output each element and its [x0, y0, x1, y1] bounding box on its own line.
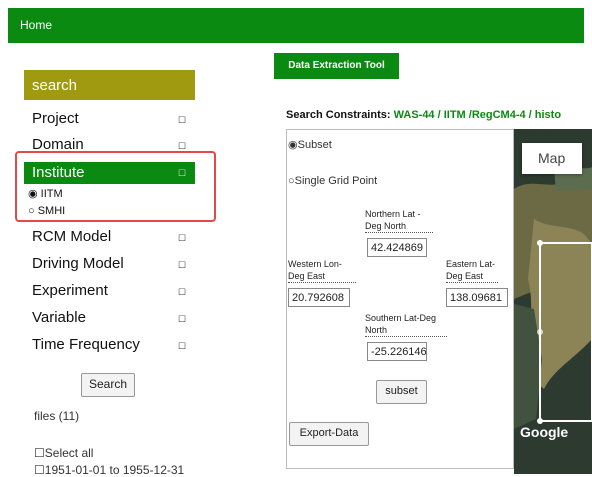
northern-lat-label: Northern Lat - Deg North [365, 208, 433, 233]
radio-selected-icon[interactable]: ◉ [288, 139, 298, 151]
google-logo: Google [520, 424, 569, 440]
northern-lat-input[interactable]: 42.424869 [367, 238, 427, 257]
facet-label: Experiment [32, 282, 108, 299]
expand-box-icon[interactable]: ☐ [178, 287, 186, 298]
checkbox-icon[interactable]: ☐ [34, 463, 45, 477]
expand-box-icon[interactable]: ☐ [178, 314, 186, 325]
subset-label: Subset [297, 139, 332, 151]
radio-icon[interactable]: ○ [288, 175, 295, 187]
select-all-row[interactable]: ☐Select all [34, 446, 93, 460]
map-graphic [514, 129, 592, 474]
facet-label: Variable [32, 309, 86, 326]
top-nav-bar: Home [8, 8, 584, 43]
southern-lat-input[interactable]: -25.226146 [367, 342, 427, 361]
subset-option[interactable]: ◉Subset [288, 138, 332, 151]
checkbox-icon[interactable]: ☐ [34, 446, 45, 460]
search-constraints: Search Constraints: WAS-44 / IITM /RegCM… [286, 109, 561, 121]
facet-time-frequency[interactable]: Time Frequency ☐ [32, 336, 192, 353]
single-grid-label: Single Grid Point [294, 175, 378, 187]
expand-box-icon[interactable]: ☐ [178, 341, 186, 352]
constraints-value: WAS-44 / IITM /RegCM4-4 / histo [393, 109, 562, 121]
select-all-label: Select all [44, 446, 94, 460]
data-extraction-tool-button[interactable]: Data Extraction Tool [274, 53, 399, 79]
southern-lat-label: Southern Lat-Deg North [365, 312, 447, 337]
file-row[interactable]: ☐1951-01-01 to 1955-12-31 [34, 463, 184, 477]
eastern-lat-input[interactable]: 138.09681 [446, 288, 508, 307]
expand-box-icon[interactable]: ☐ [178, 233, 186, 244]
single-grid-option[interactable]: ○Single Grid Point [288, 175, 377, 187]
facet-variable[interactable]: Variable ☐ [32, 309, 192, 326]
western-lon-input[interactable]: 20.792608 [288, 288, 350, 307]
facet-rcm-model[interactable]: RCM Model ☐ [32, 228, 192, 245]
facet-driving-model[interactable]: Driving Model ☐ [32, 255, 192, 272]
home-link[interactable]: Home [20, 18, 52, 32]
facet-label: RCM Model [32, 228, 112, 245]
expand-box-icon[interactable]: ☐ [178, 115, 186, 126]
facet-project[interactable]: Project ☐ [32, 110, 192, 127]
map-type-tab[interactable]: Map [522, 143, 582, 174]
subset-button[interactable]: subset [376, 380, 427, 404]
highlight-box [15, 151, 216, 222]
files-count: files (11) [34, 409, 80, 423]
export-data-button[interactable]: Export-Data [289, 422, 369, 446]
file-label: 1951-01-01 to 1955-12-31 [44, 463, 185, 477]
search-header: search [24, 70, 195, 100]
search-button[interactable]: Search [81, 373, 135, 397]
constraints-label: Search Constraints: [286, 109, 391, 121]
western-lon-label: Western Lon- Deg East [288, 258, 356, 283]
eastern-lat-label: Eastern Lat- Deg East [446, 258, 498, 283]
map-view[interactable] [514, 129, 592, 474]
facet-experiment[interactable]: Experiment ☐ [32, 282, 192, 299]
expand-box-icon[interactable]: ☐ [178, 260, 186, 271]
extraction-panel: ◉Subset ○Single Grid Point Northern Lat … [286, 129, 514, 469]
facet-label: Driving Model [32, 255, 124, 272]
facet-label: Time Frequency [32, 336, 140, 353]
facet-label: Project [32, 110, 79, 127]
